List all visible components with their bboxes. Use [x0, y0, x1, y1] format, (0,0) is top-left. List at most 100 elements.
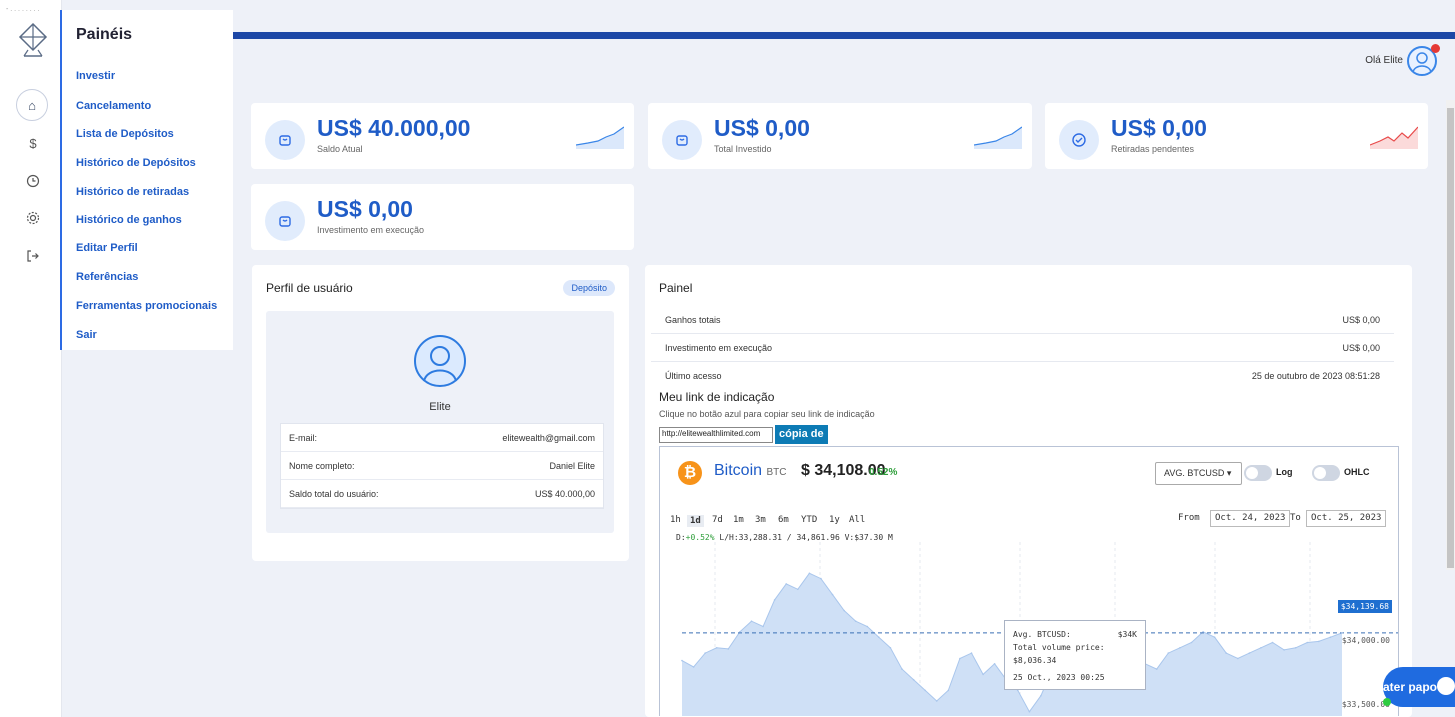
data-point — [727, 648, 730, 650]
menu-item-sair[interactable]: Sair — [76, 329, 97, 341]
tooltip-time: 25 Oct., 2023 00:25 — [1013, 673, 1105, 682]
table-row: Saldo total do usuário: US$ 40.000,00 — [281, 480, 603, 508]
stats-d-value: +0.52% — [685, 533, 715, 542]
data-point — [1271, 641, 1274, 644]
data-point — [843, 609, 845, 612]
row-value: US$ 0,00 — [1342, 314, 1380, 325]
stat-label: Total Investido — [714, 144, 772, 154]
stat-amount: US$ 0,00 — [1111, 115, 1207, 141]
range-button-3m[interactable]: 3m — [755, 515, 766, 525]
profile-inner: Elite E-mail: elitewealth@gmail.com Nome … — [266, 311, 614, 533]
scrollbar-thumb[interactable] — [1447, 108, 1454, 568]
data-point — [866, 625, 869, 628]
data-point — [1341, 632, 1343, 634]
to-label: To — [1290, 513, 1301, 523]
home-icon[interactable]: ⌂ — [16, 89, 48, 121]
menu-title: Painéis — [76, 26, 133, 43]
row-label: Nome completo: — [289, 460, 355, 471]
icon-rail: - . . . . . . . . ⌂ $ — [0, 0, 62, 717]
row-label: Último acesso — [665, 371, 722, 381]
menu-item-cancelamento[interactable]: Cancelamento — [76, 100, 151, 112]
chart-stats: D:+0.52% L/H:33,288.31 / 34,861.96 V:$37… — [676, 533, 893, 542]
range-button-1m[interactable]: 1m — [733, 515, 744, 525]
stat-card-total-investido: US$ 0,00 Total Investido — [648, 103, 1032, 169]
data-point — [831, 593, 834, 596]
menu-item-historico-ganhos[interactable]: Histórico de ganhos — [76, 214, 182, 226]
coin-name-text: Bitcoin — [714, 462, 763, 479]
data-point — [704, 652, 706, 654]
coin-ticker: BTC — [766, 467, 787, 478]
range-button-1y[interactable]: 1y — [829, 515, 840, 525]
table-row: Investimento em execução US$ 0,00 — [651, 334, 1394, 362]
menu-item-investir[interactable]: Investir — [76, 70, 115, 82]
user-avatar[interactable] — [1407, 44, 1440, 76]
data-point — [1167, 652, 1170, 654]
top-bar: Olá Elite — [233, 32, 1455, 89]
data-point — [1213, 636, 1216, 638]
data-point — [935, 700, 938, 702]
tooltip-avg: Avg. BTCUSD: $34K — [1013, 628, 1137, 641]
row-label: Saldo total do usuário: — [289, 488, 379, 499]
current-price-tag: $34,139.68 — [1337, 600, 1392, 613]
from-date-input[interactable]: Oct. 24, 2023 — [1210, 510, 1291, 527]
stat-amount: US$ 40.000,00 — [317, 115, 471, 141]
data-point — [912, 678, 915, 681]
copy-link-button[interactable]: cópia de — [775, 425, 828, 444]
data-point — [1283, 649, 1285, 651]
clock-icon[interactable] — [22, 170, 44, 192]
data-point — [820, 577, 822, 580]
chat-button[interactable]: ater papo — [1383, 667, 1455, 707]
menu-item-lista-depositos[interactable]: Lista de Depósitos — [76, 128, 174, 140]
row-value: US$ 0,00 — [1342, 342, 1380, 353]
ohlc-toggle[interactable] — [1312, 465, 1340, 481]
user-icon — [423, 346, 457, 382]
menu-item-referencias[interactable]: Referências — [76, 271, 138, 283]
range-button-7d[interactable]: 7d — [712, 515, 723, 525]
referral-title: Meu link de indicação — [659, 390, 775, 404]
stats-d-label: D: — [676, 533, 686, 542]
referral-link-input[interactable]: http://elitewealthlimited.com — [659, 427, 773, 443]
row-label: Ganhos totais — [665, 314, 721, 325]
table-row: Ganhos totais US$ 0,00 — [651, 306, 1394, 334]
log-toggle-label: Log — [1276, 467, 1293, 477]
row-value: 25 de outubro de 2023 08:51:28 — [1251, 371, 1380, 381]
gear-icon[interactable] — [22, 207, 44, 229]
menu-item-ferramentas[interactable]: Ferramentas promocionais — [76, 300, 217, 312]
menu-item-historico-depositos[interactable]: Histórico de Depósitos — [76, 157, 196, 169]
stat-card-saldo: US$ 40.000,00 Saldo Atual — [251, 103, 634, 169]
dollar-icon[interactable]: $ — [22, 132, 44, 154]
currency-select[interactable]: AVG. BTCUSD ▾ — [1155, 462, 1242, 485]
chart-tooltip: Avg. BTCUSD: $34K Total volume price: $8… — [1004, 620, 1146, 690]
y-axis-label: $34,000.00 — [1341, 636, 1390, 645]
corner-text: - . . . . . . . . — [6, 6, 40, 13]
tooltip-avg-label: Avg. BTCUSD: — [1013, 630, 1071, 639]
notification-dot — [1431, 44, 1440, 53]
data-point — [947, 689, 950, 692]
range-button-all[interactable]: All — [849, 515, 865, 525]
range-button-ytd[interactable]: YTD — [801, 515, 817, 525]
coin-change: 0.52% — [869, 467, 898, 478]
profile-card: Perfil de usuário Depósito Elite E-mail:… — [252, 265, 629, 561]
to-date-input[interactable]: Oct. 25, 2023 — [1306, 510, 1387, 527]
data-point — [993, 663, 996, 665]
menu-item-historico-retiradas[interactable]: Histórico de retiradas — [76, 186, 189, 198]
range-button-6m[interactable]: 6m — [778, 515, 789, 525]
range-button-1d[interactable]: 1d — [687, 515, 704, 527]
page-scrollbar[interactable] — [1446, 100, 1455, 570]
log-toggle[interactable] — [1244, 465, 1272, 481]
data-point — [785, 583, 787, 585]
stats-range: L/H:33,288.31 / 34,861.96 V:$37.30 M — [719, 533, 893, 542]
data-point — [1028, 710, 1031, 713]
data-point — [878, 636, 880, 638]
panel-title: Painel — [659, 281, 693, 295]
menu-item-editar-perfil[interactable]: Editar Perfil — [76, 242, 138, 254]
referral-hint: Clique no botão azul para copiar seu lin… — [659, 409, 875, 419]
tooltip-avg-value: $34K — [1117, 630, 1137, 639]
online-status-icon — [1383, 698, 1391, 706]
logout-icon[interactable] — [22, 245, 44, 267]
deposit-badge-button[interactable]: Depósito — [563, 280, 615, 296]
table-row: Nome completo: Daniel Elite — [281, 452, 603, 480]
row-value: US$ 40.000,00 — [534, 488, 595, 499]
range-button-1h[interactable]: 1h — [670, 515, 681, 525]
wallet-icon — [265, 120, 305, 160]
